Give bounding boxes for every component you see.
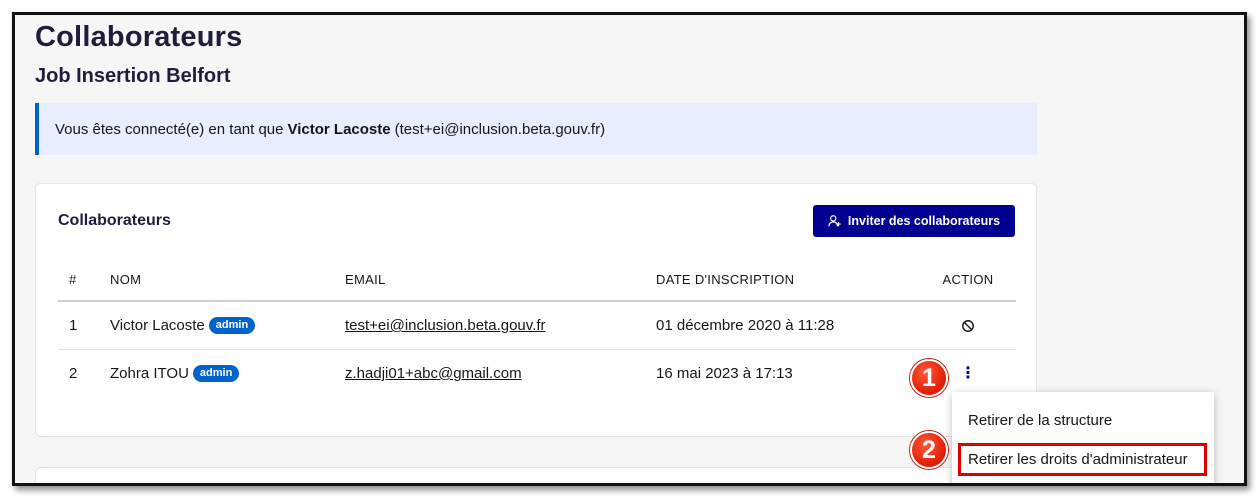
row-name-cell: Zohra ITOU admin — [110, 350, 240, 397]
card-title: Collaborateurs — [58, 212, 171, 229]
menu-item-remove-admin-rights[interactable]: Retirer les droits d'administrateur — [958, 443, 1207, 476]
menu-item-remove-from-structure[interactable]: Retirer de la structure — [968, 412, 1112, 429]
invite-button-label: Inviter des collaborateurs — [847, 214, 1001, 228]
collaborators-table: # NOM EMAIL DATE D'INSCRIPTION ACTION 1 … — [58, 258, 1016, 397]
admin-badge: admin — [208, 317, 256, 334]
secondary-card — [35, 467, 1037, 483]
table-header: # NOM EMAIL DATE D'INSCRIPTION ACTION — [58, 258, 1016, 302]
notice-prefix: Vous êtes connecté(e) en tant que — [55, 120, 284, 138]
page-title: Collaborateurs — [35, 21, 243, 53]
app-frame: Collaborateurs Job Insertion Belfort Vou… — [12, 12, 1247, 486]
step-marker-1: 1 — [910, 359, 948, 397]
admin-badge: admin — [192, 365, 240, 382]
table-row: 1 Victor Lacoste admin test+ei@inclusion… — [58, 302, 1016, 350]
invite-collaborators-button[interactable]: Inviter des collaborateurs — [813, 205, 1015, 237]
row-name: Zohra ITOU — [110, 365, 189, 382]
page-subtitle: Job Insertion Belfort — [35, 65, 231, 87]
kebab-menu-icon[interactable]: ⋮ — [960, 365, 976, 382]
collaborators-card: Collaborateurs Inviter des collaborateur… — [35, 183, 1037, 437]
row-email-link[interactable]: z.hadji01+abc@gmail.com — [345, 365, 522, 382]
row-num: 2 — [69, 365, 78, 382]
header-email: EMAIL — [345, 271, 386, 287]
row-date: 16 mai 2023 à 17:13 — [656, 365, 793, 382]
header-num: # — [69, 271, 77, 287]
row-date: 01 décembre 2020 à 11:28 — [656, 317, 835, 334]
row-action-cell — [938, 302, 998, 349]
row-email-cell: z.hadji01+abc@gmail.com — [345, 350, 522, 397]
step-marker-2: 2 — [910, 431, 948, 469]
row-num: 1 — [69, 317, 78, 334]
ban-icon[interactable] — [961, 319, 975, 333]
user-add-icon — [828, 215, 841, 227]
connection-notice: Vous êtes connecté(e) en tant que Victor… — [35, 103, 1037, 155]
row-email-link[interactable]: test+ei@inclusion.beta.gouv.fr — [345, 317, 545, 334]
header-date: DATE D'INSCRIPTION — [656, 271, 795, 287]
table-row: 2 Zohra ITOU admin z.hadji01+abc@gmail.c… — [58, 350, 1016, 397]
header-nom: NOM — [110, 271, 142, 287]
notice-suffix: (test+ei@inclusion.beta.gouv.fr) — [394, 120, 606, 138]
header-action: ACTION — [942, 271, 994, 287]
notice-user-name: Victor Lacoste — [287, 120, 391, 138]
row-email-cell: test+ei@inclusion.beta.gouv.fr — [345, 302, 545, 349]
row-action-menu: Retirer de la structure Retirer les droi… — [952, 392, 1214, 483]
row-name: Victor Lacoste — [110, 317, 205, 334]
row-name-cell: Victor Lacoste admin — [110, 302, 256, 349]
